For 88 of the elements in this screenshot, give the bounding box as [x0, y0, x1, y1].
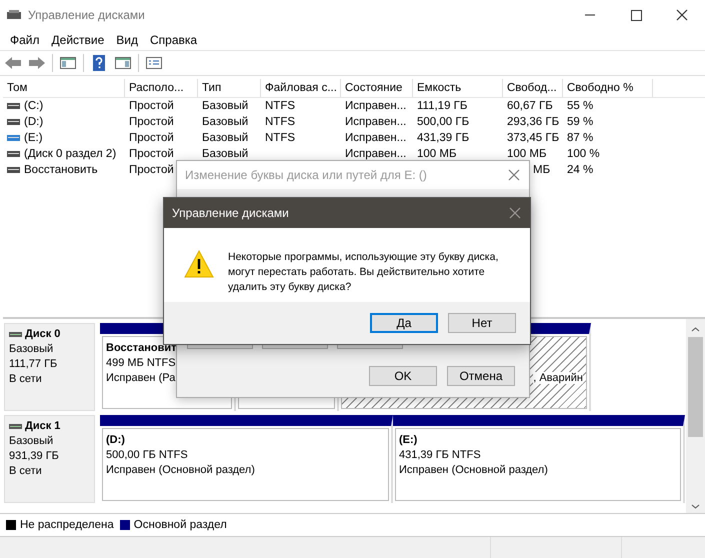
table-cell-text: 55 % — [567, 99, 594, 114]
dialog-button[interactable]: Отмена — [447, 366, 515, 386]
table-cell-text: Простой — [129, 131, 174, 146]
table-cell-text: Базовый — [202, 131, 248, 146]
menu-item[interactable]: Действие — [46, 33, 110, 47]
partition-text: 499 МБ NTFS — [106, 357, 176, 369]
table-cell-text: 100 МБ — [417, 147, 457, 162]
table-cell-text: 500,00 ГБ — [417, 115, 470, 130]
forward-arrow-icon[interactable] — [28, 55, 46, 71]
column-header[interactable]: Состояние — [341, 79, 413, 97]
table-cell-text: 431,39 ГБ — [417, 131, 470, 146]
disk-type: Базовый — [9, 434, 54, 449]
table-cell-text: 373,45 ГБ — [507, 131, 560, 146]
dialog-title: Управление дисками — [172, 206, 289, 220]
disk-name: Диск 0 — [25, 327, 60, 342]
table-cell-text: Исправен... — [345, 147, 406, 162]
warning-icon — [184, 250, 214, 278]
column-header[interactable]: Свобод... — [503, 79, 563, 97]
table-cell-text: NTFS — [265, 131, 296, 146]
column-header[interactable]: Тип — [198, 79, 261, 97]
table-cell-text: Простой — [129, 163, 174, 178]
dialog-message: Некоторые программы, использующие эту букву диска, могут перестать работать. Вы действительно хотите удалить эту букву диска? — [228, 250, 500, 295]
table-cell-text: (C:) — [24, 99, 44, 114]
partition-text: (E:) — [399, 434, 418, 446]
list-icon[interactable] — [145, 55, 163, 71]
table-cell-text: Исправен... — [345, 99, 406, 114]
menu-item[interactable]: Вид — [110, 33, 144, 47]
disk-status: В сети — [9, 372, 43, 387]
partition[interactable]: (D:) 500,00 ГБ NTFS Исправен (Основной раздел) — [102, 428, 389, 501]
column-header[interactable]: Свободно % — [563, 79, 653, 97]
table-cell-text: 87 % — [567, 131, 594, 146]
dialog-button[interactable]: Да — [370, 313, 438, 333]
partition-text: Исправен (Основной раздел) — [399, 464, 548, 476]
table-cell-text: Исправен... — [345, 131, 406, 146]
table-cell-text: 100 МБ — [507, 147, 547, 162]
table-cell-text: NTFS — [265, 115, 296, 130]
partition-text: 500,00 ГБ NTFS — [106, 449, 188, 461]
table-cell-text: Базовый — [202, 147, 248, 162]
dialog-title: Изменение буквы диска или путей для E: () — [185, 168, 427, 182]
panel-icon[interactable] — [59, 55, 77, 71]
menu-item[interactable]: Справка — [144, 33, 204, 47]
column-header[interactable]: Том — [3, 79, 125, 97]
table-cell-text: Базовый — [202, 99, 248, 114]
disk-status: В сети — [9, 464, 43, 479]
table-cell-text: Простой — [129, 147, 174, 162]
legend-label: Основной раздел — [134, 519, 227, 531]
column-header[interactable]: Емкость — [413, 79, 503, 97]
table-cell-text: 59 % — [567, 115, 594, 130]
disk-name: Диск 1 — [25, 419, 60, 434]
partition-text: 431,39 ГБ NTFS — [399, 449, 481, 461]
disk-size: 111,77 ГБ — [9, 357, 58, 372]
table-cell-text: Восстановить — [24, 163, 98, 178]
partition-text: Исправен (Ра — [106, 372, 176, 384]
table-cell-text: Базовый — [202, 115, 248, 130]
partition-text: Исправен (Основной раздел) — [106, 464, 255, 476]
table-cell-text: 100 % — [567, 147, 600, 162]
table-cell-text: 293,36 ГБ — [507, 115, 560, 130]
partition[interactable]: (E:) 431,39 ГБ NTFS Исправен (Основной раздел) — [395, 428, 681, 501]
window-title: Управление дисками — [28, 8, 145, 22]
disk-size: 931,39 ГБ — [9, 449, 60, 464]
disk-icon — [9, 424, 22, 429]
menu-item[interactable]: Файл — [4, 33, 46, 47]
table-cell-text: Простой — [129, 99, 174, 114]
legend-label: Не распределена — [20, 519, 114, 531]
disk-icon — [9, 332, 22, 337]
disk-label[interactable]: Диск 0 Базовый 111,77 ГБ В сети — [4, 323, 95, 411]
back-arrow-icon[interactable] — [4, 55, 22, 71]
disk-type: Базовый — [9, 342, 54, 357]
disk-label[interactable]: Диск 1 Базовый 931,39 ГБ В сети — [4, 415, 95, 503]
table-cell-text: NTFS — [265, 99, 296, 114]
partition-text: (D:) — [106, 434, 125, 446]
panel-icon[interactable] — [114, 55, 132, 71]
table-cell-text: Исправен... — [345, 115, 406, 130]
dialog-button[interactable]: Нет — [448, 313, 516, 333]
table-cell-text: (E:) — [24, 131, 43, 146]
table-cell-text: Простой — [129, 115, 174, 130]
table-cell-text: 111,19 ГБ — [417, 99, 468, 114]
table-cell-text: 60,67 ГБ — [507, 99, 553, 114]
table-cell-text: (D:) — [24, 115, 44, 130]
table-cell-text: МБ — [533, 163, 550, 178]
partition-text: , Аварийн — [533, 372, 583, 384]
column-header[interactable]: Файловая с... — [261, 79, 341, 97]
table-cell-text: (Диск 0 раздел 2) — [24, 147, 116, 162]
table-cell-text: 24 % — [567, 163, 594, 178]
help-icon[interactable] — [90, 55, 108, 71]
dialog-button[interactable]: OK — [369, 366, 437, 386]
column-header[interactable]: Располо... — [125, 79, 198, 97]
partition-text: Восстановит — [106, 342, 177, 354]
